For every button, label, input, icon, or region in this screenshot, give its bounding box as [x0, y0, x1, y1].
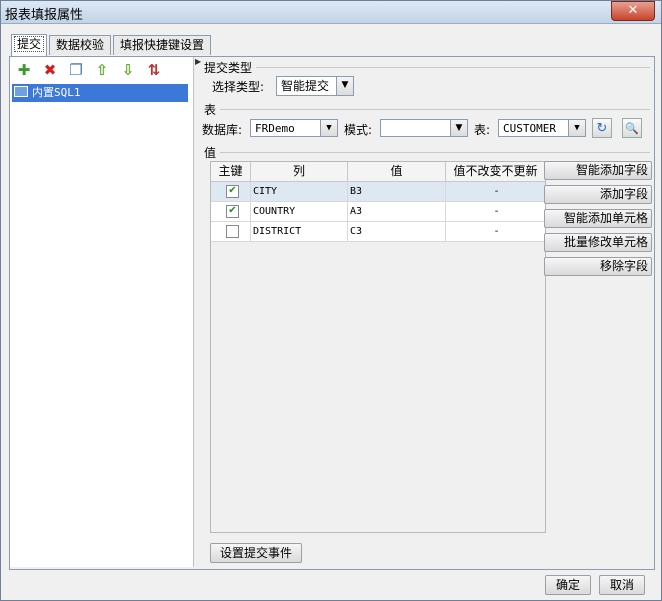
key-checkbox[interactable]: [226, 225, 239, 238]
tab-submit[interactable]: 提交: [11, 34, 47, 56]
value-cell[interactable]: A3: [348, 202, 446, 221]
add-icon[interactable]: ✚: [15, 61, 33, 79]
add-field-button[interactable]: 添加字段: [544, 185, 652, 204]
table-row[interactable]: DISTRICT C3 -: [211, 222, 545, 242]
set-submit-event-button[interactable]: 设置提交事件: [210, 543, 302, 563]
preview-icon: 🔍: [625, 122, 639, 135]
refresh-icon: ↻: [596, 121, 608, 136]
preview-button[interactable]: 🔍: [622, 118, 642, 138]
no-update-cell[interactable]: -: [446, 182, 545, 201]
database-value: FRDemo: [255, 122, 295, 135]
value-cell[interactable]: B3: [348, 182, 446, 201]
table-section-title: 表: [204, 103, 217, 117]
copy-icon[interactable]: ❐: [67, 61, 85, 79]
sort-icon[interactable]: ⇅: [145, 61, 163, 79]
field-mapping-table: 主键 列 值 值不改变不更新 ✔ CITY B3 - ✔ COUNTRY A3 …: [210, 161, 546, 533]
tab-shortcut-settings[interactable]: 填报快捷键设置: [113, 35, 211, 55]
sql-list-pane: ✚ ✖ ❐ ⇧ ⇩ ⇅ 内置SQL1: [10, 57, 194, 567]
column-header-key[interactable]: 主键: [211, 162, 251, 181]
refresh-button[interactable]: ↻: [592, 118, 612, 138]
key-cell: ✔: [211, 202, 251, 221]
smart-add-field-button[interactable]: 智能添加字段: [544, 161, 652, 180]
title-bar: 报表填报属性 ✕: [1, 1, 661, 24]
no-update-cell[interactable]: -: [446, 222, 545, 241]
database-label: 数据库:: [202, 123, 243, 137]
table-header: 主键 列 值 值不改变不更新: [211, 162, 545, 182]
cancel-button[interactable]: 取消: [599, 575, 645, 595]
table-row[interactable]: ✔ COUNTRY A3 -: [211, 202, 545, 222]
no-update-cell[interactable]: -: [446, 202, 545, 221]
move-down-icon[interactable]: ⇩: [119, 61, 137, 79]
submit-type-value: 智能提交: [281, 79, 330, 93]
window-title: 报表填报属性: [5, 8, 84, 23]
remove-field-button[interactable]: 移除字段: [544, 257, 652, 276]
database-select[interactable]: FRDemo ▼: [250, 119, 338, 137]
tree-item-label: 内置SQL1: [32, 86, 81, 99]
submit-type-title: 提交类型: [204, 61, 253, 75]
properties-dialog: 报表填报属性 ✕ 提交 数据校验 填报快捷键设置 ✚ ✖ ❐ ⇧ ⇩ ⇅ 内置S…: [0, 0, 662, 601]
chevron-down-icon: ▼: [336, 77, 353, 95]
key-cell: [211, 222, 251, 241]
column-cell[interactable]: COUNTRY: [251, 202, 348, 221]
column-header-no-update[interactable]: 值不改变不更新: [446, 162, 545, 181]
chevron-down-icon: ▼: [568, 120, 585, 136]
chevron-down-icon: ▼: [320, 120, 337, 136]
key-checkbox[interactable]: ✔: [226, 185, 239, 198]
submit-type-select[interactable]: 智能提交 ▼: [276, 76, 354, 96]
value-cell[interactable]: C3: [348, 222, 446, 241]
column-cell[interactable]: CITY: [251, 182, 348, 201]
close-button[interactable]: ✕: [611, 1, 655, 21]
column-cell[interactable]: DISTRICT: [251, 222, 348, 241]
settings-pane: 提交类型 选择类型: 智能提交 ▼ 表 数据库: FRDemo ▼ 模式: ▼ …: [200, 57, 652, 567]
key-cell: ✔: [211, 182, 251, 201]
table-row[interactable]: ✔ CITY B3 -: [211, 182, 545, 202]
move-up-icon[interactable]: ⇧: [93, 61, 111, 79]
chevron-down-icon: ▼: [450, 120, 467, 136]
tab-data-validation[interactable]: 数据校验: [49, 35, 111, 55]
table-label: 表:: [474, 123, 491, 137]
schema-select[interactable]: ▼: [380, 119, 468, 137]
delete-icon[interactable]: ✖: [41, 61, 59, 79]
divider: [220, 109, 650, 110]
sql-table-icon: [14, 86, 28, 97]
divider: [256, 67, 650, 68]
value-section-title: 值: [204, 146, 217, 160]
column-header-column[interactable]: 列: [251, 162, 348, 181]
submit-panel: ✚ ✖ ❐ ⇧ ⇩ ⇅ 内置SQL1 ▶ 提交类型 选择类型: 智能提交 ▼ 表…: [9, 56, 655, 570]
ok-button[interactable]: 确定: [545, 575, 591, 595]
schema-label: 模式:: [344, 123, 373, 137]
key-checkbox[interactable]: ✔: [226, 205, 239, 218]
table-value: CUSTOMER: [503, 122, 556, 135]
submit-type-label: 选择类型:: [212, 80, 265, 94]
column-header-value[interactable]: 值: [348, 162, 446, 181]
tree-item-sql1[interactable]: 内置SQL1: [12, 84, 188, 102]
table-select[interactable]: CUSTOMER ▼: [498, 119, 586, 137]
smart-add-cell-button[interactable]: 智能添加单元格: [544, 209, 652, 228]
batch-modify-cell-button[interactable]: 批量修改单元格: [544, 233, 652, 252]
divider: [220, 152, 650, 153]
